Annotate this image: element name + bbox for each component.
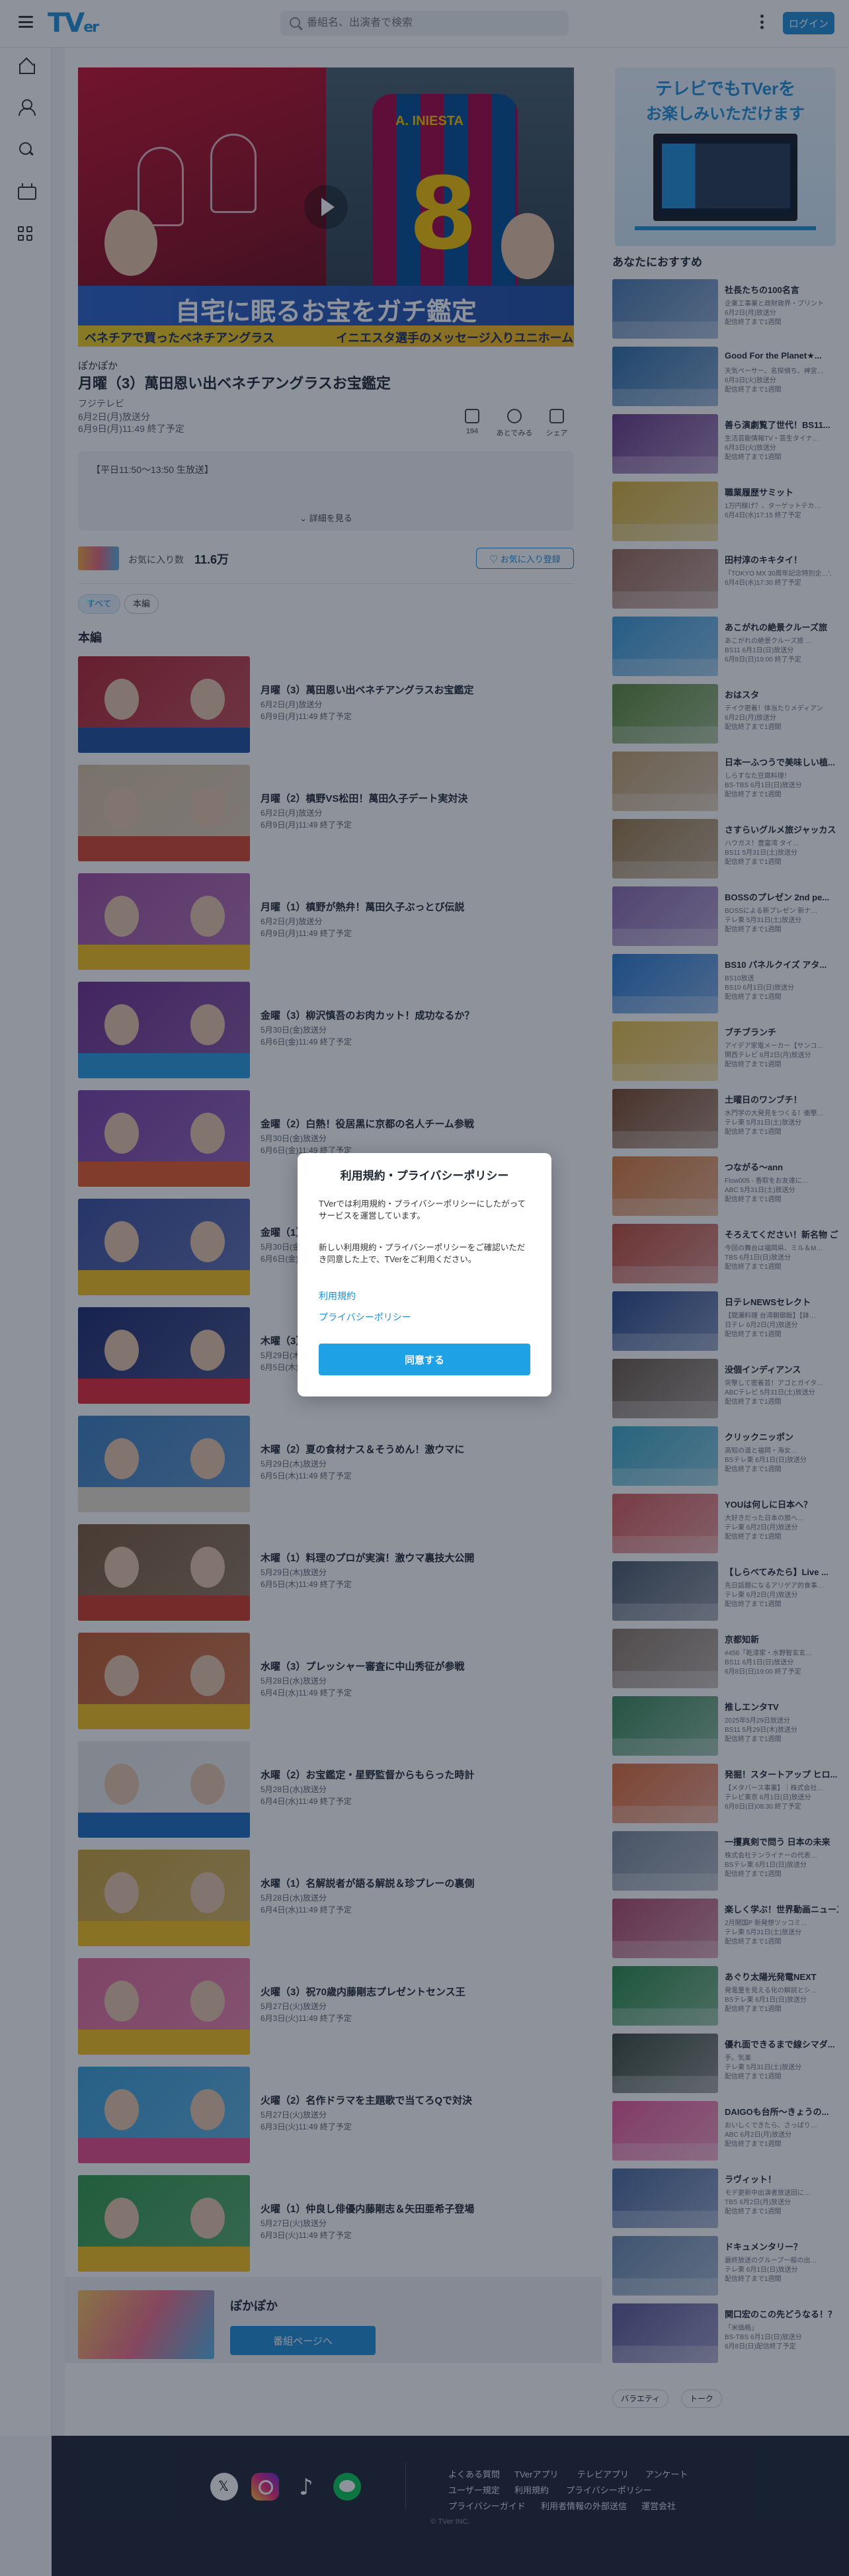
modal-title: 利用規約・プライバシーポリシー bbox=[340, 1170, 509, 1182]
modal-paragraph-1: TVerでは利用規約・プライバシーポリシーにしたがってサービスを運営しています。 bbox=[319, 1199, 526, 1221]
privacy-link[interactable]: プライバシーポリシー bbox=[319, 1310, 411, 1324]
terms-link[interactable]: 利用規約 bbox=[319, 1289, 356, 1303]
modal-paragraph-2: 新しい利用規約・プライバシーポリシーをご確認いただき同意した上で、TVerをご利… bbox=[319, 1243, 526, 1264]
agree-button[interactable]: 同意する bbox=[319, 1344, 530, 1375]
terms-modal: 利用規約・プライバシーポリシー TVerでは利用規約・プライバシーポリシーにした… bbox=[298, 1153, 551, 1396]
